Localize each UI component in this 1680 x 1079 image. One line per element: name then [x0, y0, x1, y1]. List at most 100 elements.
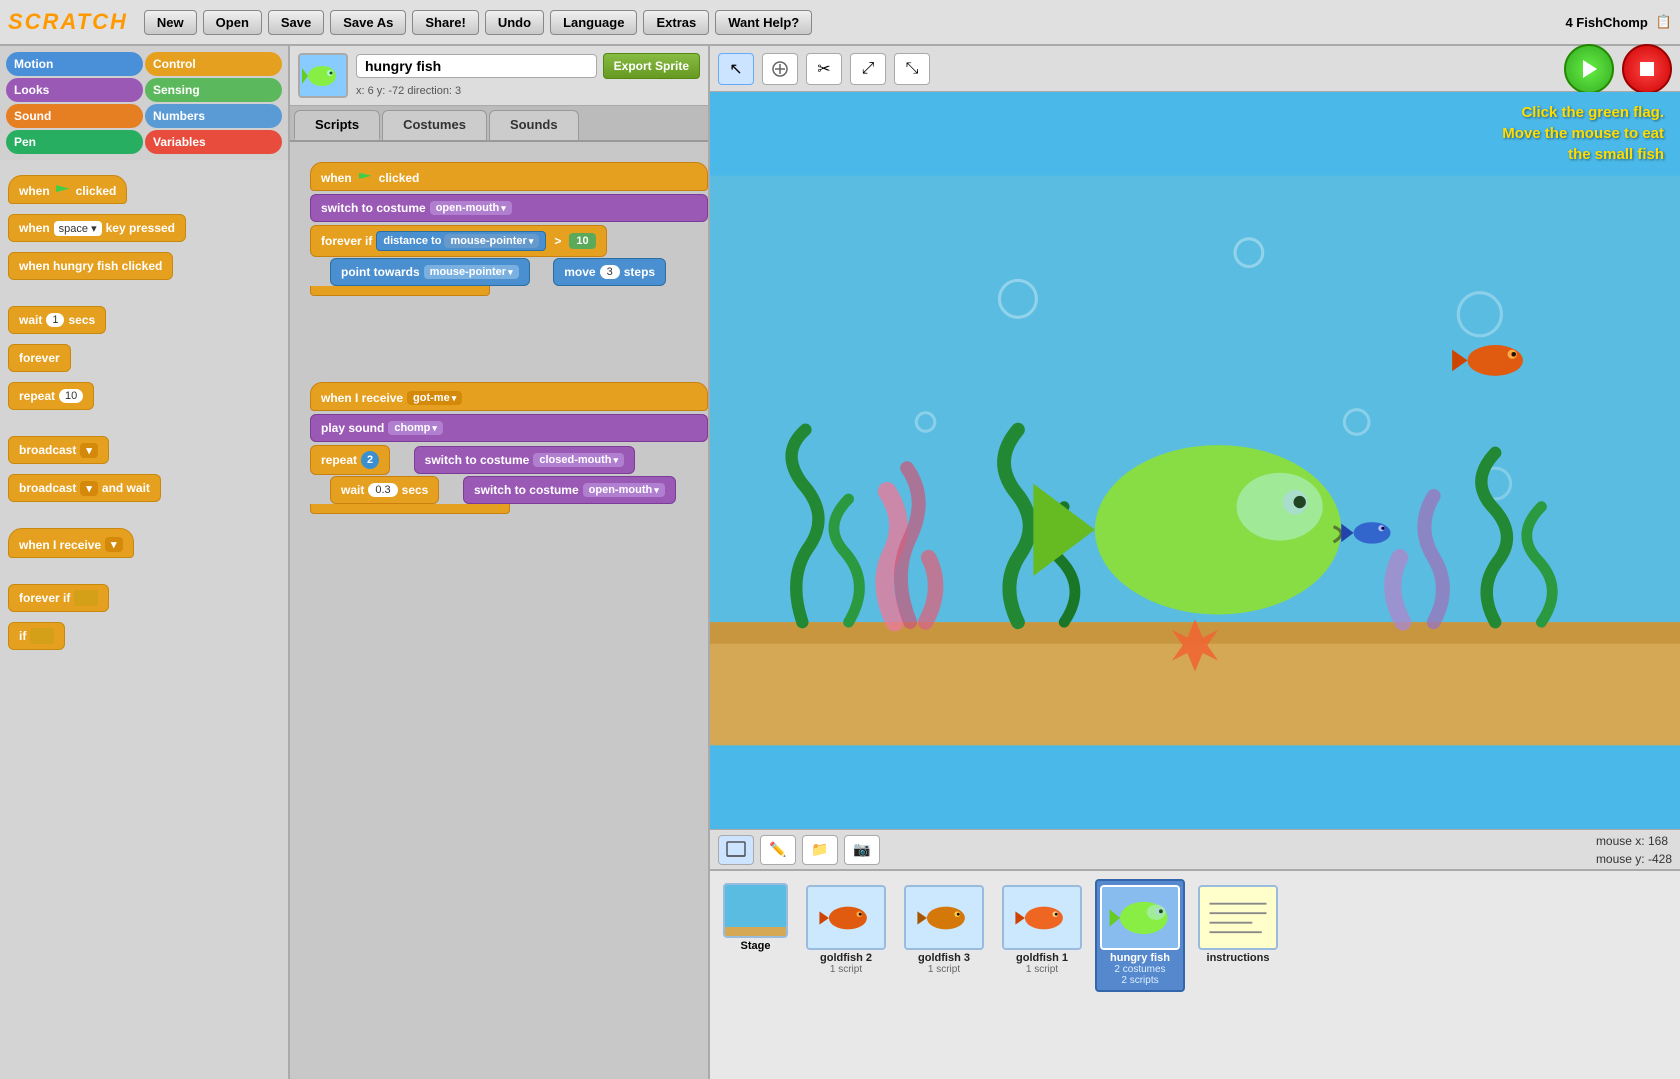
block-repeat-wrapper: repeat 2 switch to costume closed-mouth … — [310, 444, 708, 514]
block-play-sound[interactable]: play sound chomp ▾ — [310, 414, 708, 442]
open-button[interactable]: Open — [203, 10, 262, 35]
block-point-towards[interactable]: point towards mouse-pointer ▾ — [330, 258, 530, 286]
app-logo: SCRATCH — [8, 9, 128, 35]
sprite-goldfish3-thumb — [904, 885, 984, 950]
sprite-coords: x: 6 y: -72 direction: 3 — [356, 83, 700, 99]
undo-button[interactable]: Undo — [485, 10, 544, 35]
sprite-instructions-thumb — [1198, 885, 1278, 950]
block-when-clicked[interactable]: when clicked — [310, 162, 708, 191]
sprite-header: hungry fish Export Sprite x: 6 y: -72 di… — [290, 46, 708, 106]
sprite-thumbnail — [298, 53, 348, 98]
block-move-steps[interactable]: move 3 steps — [553, 258, 666, 286]
scripts-canvas[interactable]: when clicked switch to costume open-mout… — [290, 142, 708, 1079]
category-looks[interactable]: Looks — [6, 78, 143, 102]
stage-instruction: Click the green flag. Move the mouse to … — [1502, 102, 1664, 165]
block-switch-costume-1[interactable]: switch to costume open-mouth ▾ — [310, 194, 708, 222]
category-numbers[interactable]: Numbers — [145, 104, 282, 128]
sprite-goldfish1[interactable]: goldfish 1 1 script — [997, 879, 1087, 981]
block-when-receive[interactable]: when I receive ▾ — [8, 528, 134, 558]
share-button[interactable]: Share! — [412, 10, 478, 35]
new-button[interactable]: New — [144, 10, 197, 35]
paint-editor-button[interactable]: ✏️ — [760, 835, 796, 865]
file-button[interactable]: 📁 — [802, 835, 838, 865]
category-buttons: Motion Control Looks Sensing Sound Numbe… — [0, 46, 288, 160]
sprite-name-field[interactable]: hungry fish — [356, 54, 597, 78]
sprite-goldfish2-label: goldfish 2 — [820, 952, 872, 964]
right-panel: ↖ ✂ ⤢ ⤡ — [710, 46, 1680, 1079]
block-switch-costume-2[interactable]: switch to costume closed-mouth ▾ — [414, 446, 635, 474]
project-name: 4 FishChomp 📋 — [1565, 14, 1672, 30]
camera-button[interactable]: 📷 — [844, 835, 880, 865]
tool-duplicate[interactable] — [762, 53, 798, 85]
block-forever-if[interactable]: forever if — [8, 584, 109, 612]
block-forever[interactable]: forever — [8, 344, 71, 372]
tool-expand[interactable]: ⤢ — [850, 53, 886, 85]
sprite-hungryfish-sublabel1: 2 costumes — [1114, 964, 1165, 975]
mouse-coords: mouse x: 168 mouse y: -428 — [1596, 832, 1672, 868]
block-broadcast-wait[interactable]: broadcast ▾ and wait — [8, 474, 161, 502]
tab-scripts[interactable]: Scripts — [294, 110, 380, 140]
category-pen[interactable]: Pen — [6, 130, 143, 154]
stage-list-item[interactable]: Stage — [718, 879, 793, 956]
export-sprite-button[interactable]: Export Sprite — [603, 53, 700, 79]
sprite-goldfish3-sublabel: 1 script — [928, 964, 960, 975]
extras-button[interactable]: Extras — [643, 10, 709, 35]
block-wait-secs[interactable]: wait 1 secs — [8, 306, 106, 334]
block-switch-costume-3[interactable]: switch to costume open-mouth ▾ — [463, 476, 676, 504]
block-if[interactable]: if — [8, 622, 65, 650]
sprite-hungryfish-sublabel2: 2 scripts — [1121, 975, 1158, 986]
sprite-goldfish2-thumb — [806, 885, 886, 950]
category-variables[interactable]: Variables — [145, 130, 282, 154]
top-toolbar: SCRATCH New Open Save Save As Share! Und… — [0, 0, 1680, 46]
green-flag-button[interactable] — [1564, 44, 1614, 94]
sprite-goldfish1-sublabel: 1 script — [1026, 964, 1058, 975]
category-sound[interactable]: Sound — [6, 104, 143, 128]
category-sensing[interactable]: Sensing — [145, 78, 282, 102]
script-1: when clicked switch to costume open-mout… — [310, 162, 708, 296]
block-repeat[interactable]: repeat 10 — [8, 382, 94, 410]
sprite-goldfish3[interactable]: goldfish 3 1 script — [899, 879, 989, 981]
block-forever-if-wrapper: forever if distance to mouse-pointer ▾ >… — [310, 225, 708, 296]
help-button[interactable]: Want Help? — [715, 10, 812, 35]
sprite-goldfish1-thumb — [1002, 885, 1082, 950]
sprite-goldfish1-label: goldfish 1 — [1016, 952, 1068, 964]
sprite-goldfish2-sublabel: 1 script — [830, 964, 862, 975]
stop-button[interactable] — [1622, 44, 1672, 94]
tool-scissors[interactable]: ✂ — [806, 53, 842, 85]
language-button[interactable]: Language — [550, 10, 637, 35]
category-control[interactable]: Control — [145, 52, 282, 76]
project-icon: 📋 — [1656, 14, 1672, 30]
tab-sounds[interactable]: Sounds — [489, 110, 579, 140]
sprite-hungryfish-label: hungry fish — [1110, 952, 1170, 964]
block-when-sprite-clicked[interactable]: when hungry fish clicked — [8, 252, 173, 280]
stage-toolbar: ↖ ✂ ⤢ ⤡ — [710, 46, 1680, 92]
sprite-goldfish2[interactable]: goldfish 2 1 script — [801, 879, 891, 981]
block-wait-0-3[interactable]: wait 0.3 secs — [330, 476, 439, 504]
stage-area: Click the green flag. Move the mouse to … — [710, 92, 1680, 829]
tool-shrink[interactable]: ⤡ — [894, 53, 930, 85]
sprite-instructions[interactable]: instructions — [1193, 879, 1283, 970]
block-when-receive[interactable]: when I receive got-me ▾ — [310, 382, 708, 411]
block-when-flag-clicked[interactable]: when clicked — [8, 175, 127, 204]
stage-list-label: Stage — [741, 940, 771, 952]
sprite-hungryfish[interactable]: hungry fish 2 costumes 2 scripts — [1095, 879, 1185, 992]
block-repeat-2[interactable]: repeat 2 — [310, 445, 390, 475]
save-as-button[interactable]: Save As — [330, 10, 406, 35]
block-broadcast[interactable]: broadcast ▾ — [8, 436, 109, 464]
save-button[interactable]: Save — [268, 10, 324, 35]
sprite-instructions-label: instructions — [1207, 952, 1270, 964]
stage-thumb — [723, 883, 788, 938]
stage-view-button[interactable] — [718, 835, 754, 865]
blocks-palette: Motion Control Looks Sensing Sound Numbe… — [0, 46, 290, 1079]
sprite-goldfish3-label: goldfish 3 — [918, 952, 970, 964]
category-motion[interactable]: Motion — [6, 52, 143, 76]
script-2: when I receive got-me ▾ play sound chomp… — [310, 382, 708, 514]
scripts-panel: hungry fish Export Sprite x: 6 y: -72 di… — [290, 46, 710, 1079]
block-when-key-pressed[interactable]: when space ▾ key pressed — [8, 214, 186, 242]
blocks-list: when clicked when space ▾ key pressed wh… — [0, 160, 288, 1079]
tab-costumes[interactable]: Costumes — [382, 110, 487, 140]
tool-arrow[interactable]: ↖ — [718, 53, 754, 85]
tab-bar: Scripts Costumes Sounds — [290, 106, 708, 142]
sprite-hungryfish-thumb — [1100, 885, 1180, 950]
block-forever-if[interactable]: forever if distance to mouse-pointer ▾ >… — [310, 225, 607, 257]
